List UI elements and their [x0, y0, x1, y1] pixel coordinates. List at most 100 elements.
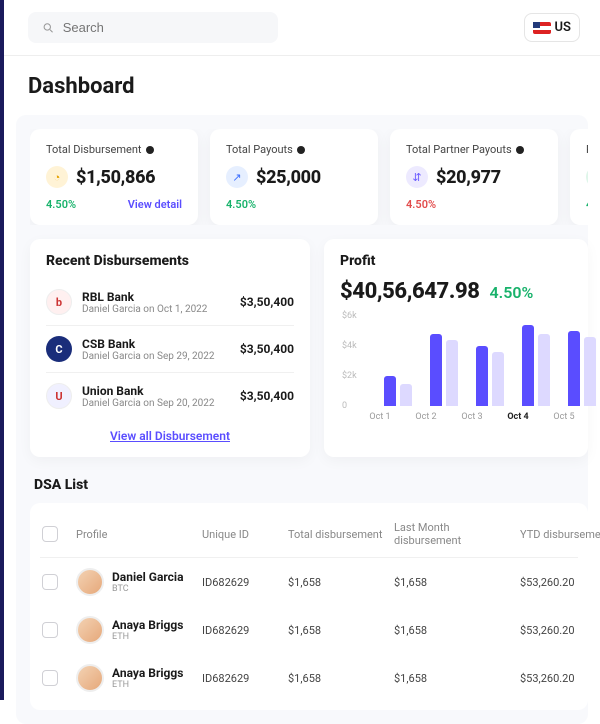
profit-card: Profit $40,56,647.98 4.50% $6k$4k$2k0 Oc…	[324, 239, 588, 457]
profile-symbol: BTC	[112, 584, 184, 594]
kpi-label: Total Payouts	[226, 143, 293, 156]
bar-group[interactable]	[384, 376, 412, 406]
kpi-pct: 4.50%	[46, 198, 76, 211]
profile-name: Anaya Briggs	[112, 618, 183, 632]
recent-disbursements-card: Recent Disbursements b RBL Bank Daniel G…	[30, 239, 310, 457]
cell-ytd: $53,260.20	[520, 672, 600, 685]
kpi-pct: 4.50%	[226, 198, 256, 211]
bank-name: CSB Bank	[82, 337, 215, 351]
disbursement-item[interactable]: U Union Bank Daniel Garcia on Sep 20, 20…	[46, 373, 294, 419]
info-dot-icon	[146, 146, 154, 154]
avatar	[76, 568, 104, 596]
disbursement-item[interactable]: b RBL Bank Daniel Garcia on Oct 1, 2022 …	[46, 279, 294, 326]
x-label: Oct 2	[412, 412, 440, 422]
currency-selector[interactable]: US	[524, 13, 580, 42]
profit-title: Profit	[340, 253, 588, 269]
profile-name: Daniel Garcia	[112, 570, 184, 584]
x-label: Oct 1	[366, 412, 394, 422]
kpi-icon: ⇵	[406, 166, 428, 188]
y-tick: $4k	[342, 341, 357, 351]
row-checkbox[interactable]	[42, 574, 58, 590]
cell-uid: ID682629	[202, 672, 282, 685]
bar-primary	[522, 325, 534, 406]
bar-primary	[430, 334, 442, 406]
x-label: Oct 3	[458, 412, 486, 422]
disbursement-item[interactable]: C CSB Bank Daniel Garcia on Sep 29, 2022…	[46, 326, 294, 373]
kpi-icon: $	[586, 166, 588, 188]
avatar	[76, 616, 104, 644]
dsa-table-header: Profile Unique ID Total disbursement Las…	[40, 511, 578, 558]
row-checkbox[interactable]	[42, 622, 58, 638]
profile-symbol: ETH	[112, 680, 183, 690]
kpi-icon: ↗	[226, 166, 248, 188]
col-uid: Unique ID	[202, 528, 282, 541]
kpi-card[interactable]: Reven $ 4.50%	[570, 129, 588, 225]
kpi-label: Total Partner Payouts	[406, 143, 512, 156]
col-total: Total disbursement	[288, 528, 388, 541]
kpi-label: Reven	[586, 143, 588, 156]
profile-symbol: ETH	[112, 632, 183, 642]
cell-ytd: $53,260.20	[520, 576, 600, 589]
bar-secondary	[446, 340, 458, 406]
profit-value: $40,56,647.98	[340, 279, 480, 304]
bar-group[interactable]	[568, 331, 596, 406]
kpi-icon: ◔	[46, 166, 68, 188]
info-dot-icon	[297, 146, 305, 154]
dsa-section: DSA List Profile Unique ID Total disburs…	[30, 463, 588, 710]
kpi-value: $25,000	[256, 167, 321, 188]
view-all-disbursement-link[interactable]: View all Disbursement	[46, 429, 294, 443]
bar-secondary	[400, 384, 412, 407]
bar-primary	[384, 376, 396, 406]
kpi-card[interactable]: Total Payouts ↗ $25,000 4.50%	[210, 129, 378, 225]
kpi-card[interactable]: Total Disbursement ◔ $1,50,866 4.50% Vie…	[30, 129, 198, 225]
bank-icon: b	[46, 289, 72, 315]
col-profile: Profile	[76, 528, 196, 541]
bar-secondary	[492, 352, 504, 406]
disbursement-amount: $3,50,400	[240, 389, 294, 403]
view-detail-link[interactable]: View detail	[128, 198, 182, 211]
bank-meta: Daniel Garcia on Sep 29, 2022	[82, 351, 215, 362]
col-last: Last Month disbursement	[394, 521, 514, 547]
bank-meta: Daniel Garcia on Oct 1, 2022	[82, 304, 207, 315]
disbursement-amount: $3,50,400	[240, 342, 294, 356]
kpi-label: Total Disbursement	[46, 143, 142, 156]
bar-group[interactable]	[430, 334, 458, 406]
table-row[interactable]: Anaya Briggs ETH ID682629 $1,658 $1,658 …	[40, 654, 578, 702]
bar-group[interactable]	[522, 325, 550, 406]
col-ytd: YTD disbursement	[520, 528, 600, 541]
kpi-card[interactable]: Total Partner Payouts ⇵ $20,977 4.50%	[390, 129, 558, 225]
bar-primary	[476, 346, 488, 406]
disbursement-amount: $3,50,400	[240, 295, 294, 309]
table-row[interactable]: Daniel Garcia BTC ID682629 $1,658 $1,658…	[40, 558, 578, 606]
row-checkbox[interactable]	[42, 670, 58, 686]
bank-icon: U	[46, 383, 72, 409]
bank-name: Union Bank	[82, 384, 215, 398]
avatar	[76, 664, 104, 692]
cell-total: $1,658	[288, 624, 388, 637]
kpi-row: Total Disbursement ◔ $1,50,866 4.50% Vie…	[30, 129, 588, 225]
cell-uid: ID682629	[202, 624, 282, 637]
profile-name: Anaya Briggs	[112, 666, 183, 680]
cell-ytd: $53,260.20	[520, 624, 600, 637]
bar-secondary	[538, 334, 550, 406]
cell-uid: ID682629	[202, 576, 282, 589]
topbar: US	[4, 0, 600, 56]
kpi-pct: 4.50%	[406, 198, 436, 211]
table-row[interactable]: Anaya Briggs ETH ID682629 $1,658 $1,658 …	[40, 606, 578, 654]
info-dot-icon	[516, 146, 524, 154]
search-box[interactable]	[28, 12, 278, 43]
y-tick: $6k	[342, 311, 357, 321]
search-input[interactable]	[63, 20, 264, 35]
checkbox-all[interactable]	[42, 526, 58, 542]
kpi-pct: 4.50%	[586, 198, 588, 211]
bar-group[interactable]	[476, 346, 504, 406]
currency-label: US	[555, 20, 571, 35]
cell-last: $1,658	[394, 672, 514, 685]
bar-primary	[568, 331, 580, 406]
mid-row: Recent Disbursements b RBL Bank Daniel G…	[30, 239, 588, 457]
bar-secondary	[584, 337, 596, 406]
recent-disbursements-title: Recent Disbursements	[46, 253, 294, 269]
search-icon	[42, 21, 55, 35]
dsa-title: DSA List	[30, 477, 588, 503]
bank-icon: C	[46, 336, 72, 362]
